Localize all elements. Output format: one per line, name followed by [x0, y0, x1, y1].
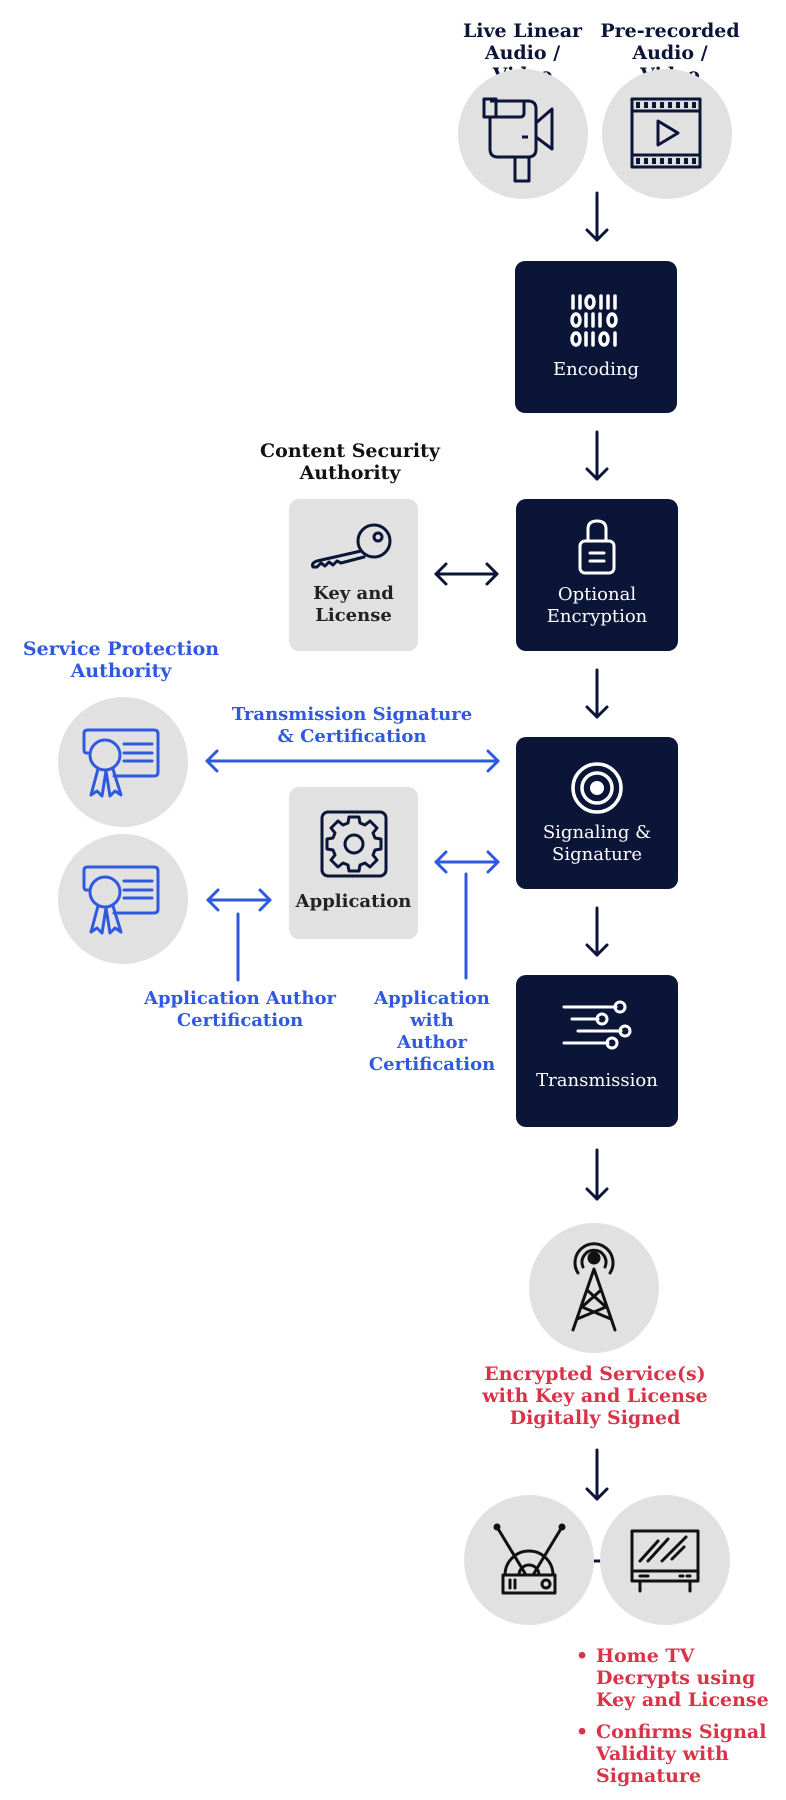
outcome-list: • Home TV Decrypts using Key and License…	[576, 1645, 781, 1797]
outcome-item-confirms-validity: • Confirms Signal Validity with Signatur…	[576, 1721, 767, 1787]
encrypted-services-label: Encrypted Service(s) with Key and Licens…	[482, 1363, 708, 1429]
key-and-license-label: Key and License	[313, 583, 394, 626]
gear-icon	[320, 810, 388, 878]
app-author-certification-label: Application Author Certification	[144, 988, 336, 1031]
arrow-bidirectional-key-encryption	[434, 562, 499, 586]
antenna-receiver-circle	[464, 1495, 594, 1625]
arrow-bidirectional-app-author-cert	[206, 888, 272, 912]
content-security-authority-title: Content Security Authority	[260, 440, 440, 484]
film-play-icon	[630, 97, 702, 169]
signal-lines-icon	[562, 1000, 632, 1050]
padlock-icon	[578, 519, 616, 575]
source-live-linear	[458, 69, 588, 199]
optional-encryption-box: Optional Encryption	[516, 499, 678, 651]
broadcast-tower-circle	[529, 1223, 659, 1353]
television-circle	[600, 1495, 730, 1625]
certificate-circle-application	[58, 834, 188, 964]
binary-code-icon	[570, 294, 618, 347]
transmission-signature-label: Transmission Signature & Certification	[231, 704, 473, 747]
arrow-bidirectional-transmission-signature	[205, 749, 500, 773]
arrow-down-signaling-to-transmission	[585, 906, 609, 957]
certificate-circle-transmission	[58, 697, 188, 827]
optional-encryption-label: Optional Encryption	[546, 584, 648, 627]
certificate-icon	[82, 728, 160, 798]
arrow-down-sources-to-encoding	[585, 191, 609, 242]
arrow-bidirectional-app-signaling	[434, 850, 500, 874]
key-icon	[311, 523, 392, 569]
service-protection-authority-title: Service Protection Authority	[22, 638, 220, 682]
television-icon	[630, 1529, 700, 1593]
signaling-signature-label: Signaling & Signature	[542, 822, 652, 865]
key-and-license-box: Key and License	[289, 499, 418, 651]
transmission-box: Transmission	[516, 975, 678, 1127]
source-prerecorded	[602, 69, 732, 199]
arrow-down-transmission-to-tower	[585, 1148, 609, 1201]
target-icon	[571, 762, 623, 814]
outcome-item-decrypts: • Home TV Decrypts using Key and License	[576, 1645, 769, 1711]
broadcast-tower-icon	[571, 1242, 617, 1332]
application-box: Application	[289, 787, 418, 939]
application-label: Application	[295, 891, 412, 912]
transmission-label: Transmission	[536, 1070, 658, 1091]
arrow-down-to-receiver	[585, 1448, 609, 1501]
app-with-author-certification-label: Application with Author Certification	[368, 988, 496, 1075]
certificate-icon	[82, 865, 160, 935]
signaling-signature-box: Signaling & Signature	[516, 737, 678, 889]
arrow-down-encryption-to-signaling	[585, 668, 609, 719]
antenna-receiver-icon	[493, 1523, 566, 1595]
video-camera-icon	[482, 97, 554, 183]
encoding-label: Encoding	[552, 359, 640, 380]
encoding-box: Encoding	[515, 261, 677, 413]
arrow-down-encoding-to-encryption	[585, 430, 609, 481]
